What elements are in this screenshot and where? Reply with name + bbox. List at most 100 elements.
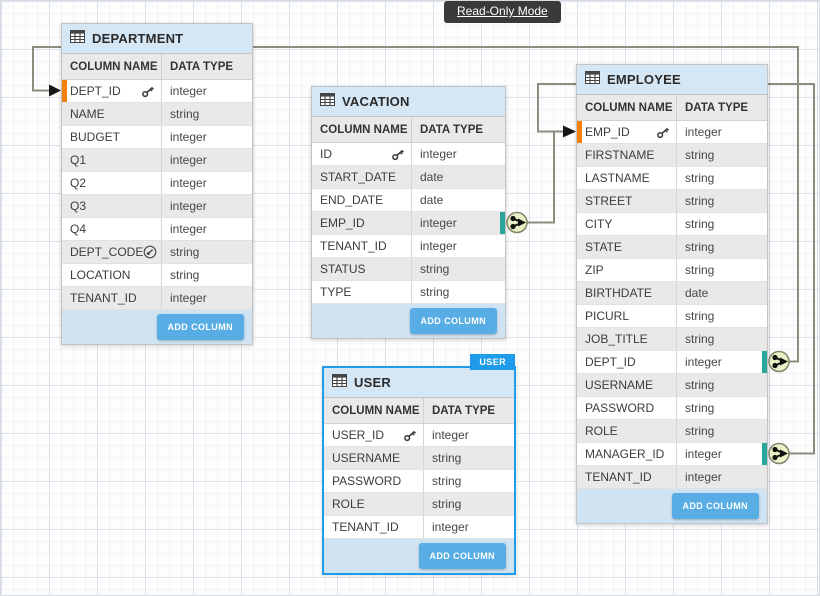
table-row[interactable]: DEPT_CODE string — [62, 241, 252, 264]
column-name: Q2 — [70, 176, 86, 190]
table-row[interactable]: JOB_TITLE string — [577, 328, 767, 351]
column-name: DEPT_ID — [585, 355, 636, 369]
table-row[interactable]: ZIP string — [577, 259, 767, 282]
table-title: DEPARTMENT — [92, 31, 183, 46]
relation-arrowhead-employee-empid[interactable] — [563, 126, 576, 138]
fk-connection-marker[interactable] — [762, 351, 767, 373]
column-name: USERNAME — [585, 378, 653, 392]
column-name: TENANT_ID — [320, 239, 387, 253]
table-department-header[interactable]: DEPARTMENT — [62, 24, 252, 54]
table-row[interactable]: DEPT_ID integer — [577, 351, 767, 374]
primary-key-icon — [391, 148, 405, 161]
column-type: string — [677, 236, 767, 258]
table-row[interactable]: TENANT_ID integer — [312, 235, 505, 258]
column-name: STATE — [585, 240, 622, 254]
column-type: integer — [412, 212, 505, 234]
table-footer: ADD COLUMN — [312, 304, 505, 338]
table-row[interactable]: BUDGET integer — [62, 126, 252, 149]
fk-connection-marker[interactable] — [500, 212, 505, 234]
table-employee-header[interactable]: EMPLOYEE — [577, 65, 767, 95]
column-name: CITY — [585, 217, 612, 231]
column-name: START_DATE — [320, 170, 396, 184]
table-row[interactable]: PASSWORD string — [324, 470, 514, 493]
column-name: PICURL — [585, 309, 629, 323]
column-name: EMP_ID — [585, 125, 630, 139]
relation-arrowhead-department-deptid[interactable] — [49, 85, 61, 97]
add-column-button[interactable]: ADD COLUMN — [419, 543, 507, 569]
table-row[interactable]: STREET string — [577, 190, 767, 213]
column-name: PASSWORD — [585, 401, 654, 415]
table-row[interactable]: Q3 integer — [62, 195, 252, 218]
table-department[interactable]: DEPARTMENT COLUMN NAME DATA TYPE DEPT_ID… — [61, 23, 253, 345]
column-name: TYPE — [320, 285, 351, 299]
table-vacation-header[interactable]: VACATION — [312, 87, 505, 117]
read-only-mode-badge: Read-Only Mode — [444, 1, 561, 23]
column-type: integer — [162, 172, 252, 194]
column-type: string — [677, 190, 767, 212]
table-row[interactable]: PICURL string — [577, 305, 767, 328]
fk-connection-marker[interactable] — [762, 443, 767, 465]
column-type: string — [677, 374, 767, 396]
pk-connection-marker[interactable] — [62, 80, 67, 102]
table-row[interactable]: Q4 integer — [62, 218, 252, 241]
column-type: string — [424, 470, 514, 492]
table-row[interactable]: USER_ID integer — [324, 424, 514, 447]
column-name: Q4 — [70, 222, 86, 236]
table-employee[interactable]: EMPLOYEE COLUMN NAME DATA TYPE EMP_ID in… — [576, 64, 768, 524]
table-row[interactable]: DEPT_ID integer — [62, 80, 252, 103]
relation-manyend-vacation-empid[interactable] — [507, 213, 527, 233]
column-type: string — [677, 397, 767, 419]
data-type-header: DATA TYPE — [162, 61, 252, 73]
table-row[interactable]: STATE string — [577, 236, 767, 259]
table-row[interactable]: STATUS string — [312, 258, 505, 281]
table-row[interactable]: TENANT_ID integer — [324, 516, 514, 539]
table-row[interactable]: PASSWORD string — [577, 397, 767, 420]
column-type: integer — [162, 218, 252, 240]
column-type: date — [412, 189, 505, 211]
table-row[interactable]: BIRTHDATE date — [577, 282, 767, 305]
table-row[interactable]: ROLE string — [577, 420, 767, 443]
table-row[interactable]: MANAGER_ID integer — [577, 443, 767, 466]
table-user-header[interactable]: USER — [324, 368, 514, 398]
table-vacation[interactable]: VACATION COLUMN NAME DATA TYPE ID intege… — [311, 86, 506, 339]
table-row[interactable]: FIRSTNAME string — [577, 144, 767, 167]
table-user[interactable]: USER USER COLUMN NAME DATA TYPE USER_ID … — [323, 367, 515, 574]
column-name: NAME — [70, 107, 105, 121]
column-type: integer — [412, 235, 505, 257]
column-type: integer — [424, 516, 514, 538]
table-row[interactable]: NAME string — [62, 103, 252, 126]
pk-connection-marker[interactable] — [577, 121, 582, 143]
column-type: string — [162, 241, 252, 263]
table-row[interactable]: END_DATE date — [312, 189, 505, 212]
column-headers: COLUMN NAME DATA TYPE — [324, 398, 514, 424]
diagram-canvas[interactable]: DEPARTMENT COLUMN NAME DATA TYPE DEPT_ID… — [0, 0, 820, 596]
table-row[interactable]: START_DATE date — [312, 166, 505, 189]
table-footer: ADD COLUMN — [324, 539, 514, 573]
relation-manyend-employee-managerid[interactable] — [769, 444, 789, 464]
relation-manyend-employee-deptid[interactable] — [769, 352, 789, 372]
column-type: integer — [162, 80, 252, 102]
table-row[interactable]: LASTNAME string — [577, 167, 767, 190]
table-row[interactable]: EMP_ID integer — [312, 212, 505, 235]
column-name: JOB_TITLE — [585, 332, 648, 346]
table-footer: ADD COLUMN — [62, 310, 252, 344]
column-type: integer — [162, 126, 252, 148]
table-row[interactable]: EMP_ID integer — [577, 121, 767, 144]
add-column-button[interactable]: ADD COLUMN — [157, 314, 245, 340]
add-column-button[interactable]: ADD COLUMN — [410, 308, 498, 334]
column-type: string — [677, 144, 767, 166]
add-column-button[interactable]: ADD COLUMN — [672, 493, 760, 519]
relation-line-vacation-empid-to-employee[interactable] — [517, 132, 563, 223]
table-row[interactable]: Q1 integer — [62, 149, 252, 172]
table-row[interactable]: ID integer — [312, 143, 505, 166]
table-row[interactable]: TYPE string — [312, 281, 505, 304]
table-row[interactable]: TENANT_ID integer — [62, 287, 252, 310]
table-row[interactable]: ROLE string — [324, 493, 514, 516]
table-row[interactable]: USERNAME string — [577, 374, 767, 397]
table-row[interactable]: CITY string — [577, 213, 767, 236]
table-row[interactable]: LOCATION string — [62, 264, 252, 287]
table-row[interactable]: Q2 integer — [62, 172, 252, 195]
table-row[interactable]: USERNAME string — [324, 447, 514, 470]
column-name: TENANT_ID — [332, 520, 399, 534]
table-row[interactable]: TENANT_ID integer — [577, 466, 767, 489]
